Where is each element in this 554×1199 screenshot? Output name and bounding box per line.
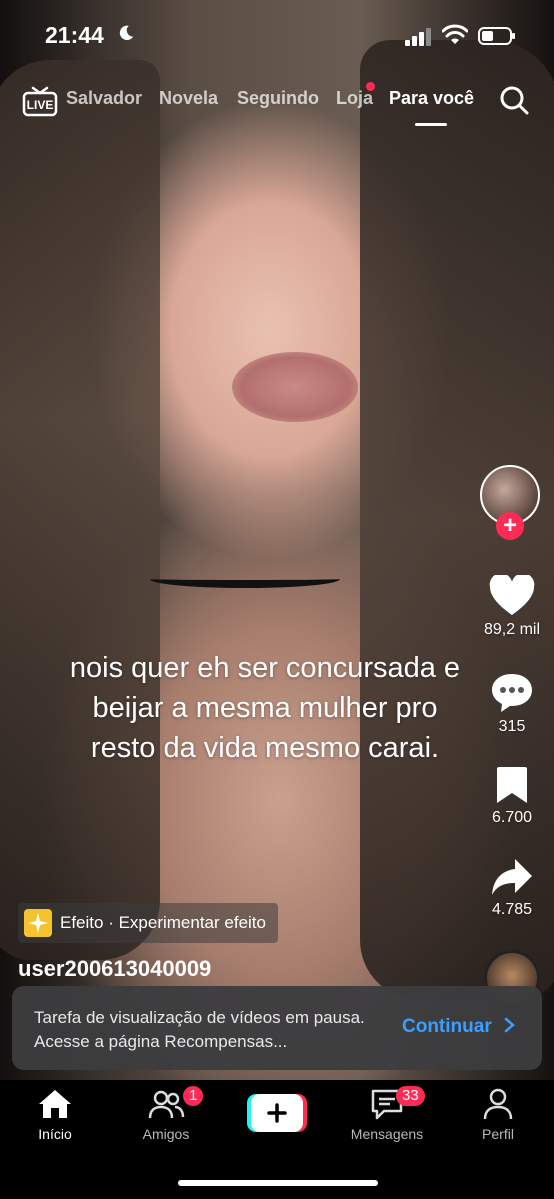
- video-face-detail: [232, 352, 358, 422]
- battery-icon: [478, 27, 515, 45]
- home-indicator: [178, 1180, 378, 1186]
- nav-amigos-label: Amigos: [142, 1126, 190, 1142]
- bookmark-icon: [497, 767, 527, 803]
- comment-button[interactable]: 315: [470, 672, 554, 736]
- live-tv-icon[interactable]: LIVE: [22, 82, 58, 118]
- cellular-signal-icon: [405, 28, 431, 46]
- tab-novela[interactable]: Novela: [159, 88, 218, 109]
- tab-loja[interactable]: Loja: [336, 88, 373, 109]
- tab-seguindo[interactable]: Seguindo: [237, 88, 319, 109]
- video-necklace: [150, 570, 340, 588]
- nav-perfil-label: Perfil: [482, 1126, 514, 1142]
- create-video-button[interactable]: [247, 1094, 307, 1132]
- effect-chip[interactable]: Efeito · Experimentar efeito: [18, 903, 278, 943]
- video-caption: nois quer eh ser concursada e beijar a m…: [69, 652, 461, 764]
- follow-button[interactable]: +: [496, 512, 524, 540]
- home-icon: [39, 1090, 71, 1118]
- nav-inicio-label: Início: [38, 1126, 72, 1142]
- continue-button[interactable]: Continuar: [402, 1016, 517, 1038]
- loja-notification-dot: [366, 82, 375, 91]
- nav-perfil[interactable]: Perfil: [448, 1088, 548, 1142]
- moon-icon: [119, 25, 134, 41]
- active-tab-indicator: [415, 123, 447, 126]
- comment-count: 315: [498, 718, 526, 735]
- status-time: 21:44: [45, 22, 104, 48]
- comment-icon: [492, 674, 532, 712]
- effect-sparkle-icon: [24, 909, 52, 937]
- profile-icon: [483, 1088, 513, 1120]
- tab-para-voce[interactable]: Para você: [389, 88, 474, 109]
- save-count: 6.700: [491, 809, 533, 826]
- effect-label: Efeito · Experimentar efeito: [60, 913, 266, 932]
- share-arrow-icon: [492, 859, 532, 895]
- tab-salvador[interactable]: Salvador: [66, 88, 142, 109]
- like-count: 89,2 mil: [483, 621, 541, 638]
- heart-icon: [489, 575, 535, 615]
- friends-icon: [148, 1090, 185, 1119]
- share-button[interactable]: 4.785: [470, 857, 554, 919]
- like-button[interactable]: 89,2 mil: [470, 575, 554, 639]
- toast-message: Tarefa de visualização de vídeos em paus…: [34, 1008, 365, 1051]
- top-navigation: LIVE Salvador Novela Seguindo Loja Para …: [0, 78, 554, 128]
- creator-username[interactable]: user200613040009: [18, 956, 211, 982]
- mensagens-badge: 33: [396, 1086, 425, 1106]
- live-label: LIVE: [27, 98, 54, 112]
- nav-mensagens-label: Mensagens: [350, 1126, 424, 1142]
- video-hair-left: [0, 60, 160, 960]
- save-button[interactable]: 6.700: [470, 765, 554, 827]
- wifi-icon: [442, 24, 468, 44]
- chevron-right-icon: [504, 1017, 515, 1033]
- nav-inicio[interactable]: Início: [5, 1088, 105, 1142]
- status-bar: 21:44: [0, 0, 554, 70]
- share-count: 4.785: [491, 901, 533, 918]
- app-screen: 21:44 LIVE Salvador Novela Seguindo Loja…: [0, 0, 554, 1199]
- rewards-toast: Tarefa de visualização de vídeos em paus…: [12, 986, 542, 1070]
- continue-label: Continuar: [402, 1016, 492, 1037]
- search-icon[interactable]: [498, 84, 530, 116]
